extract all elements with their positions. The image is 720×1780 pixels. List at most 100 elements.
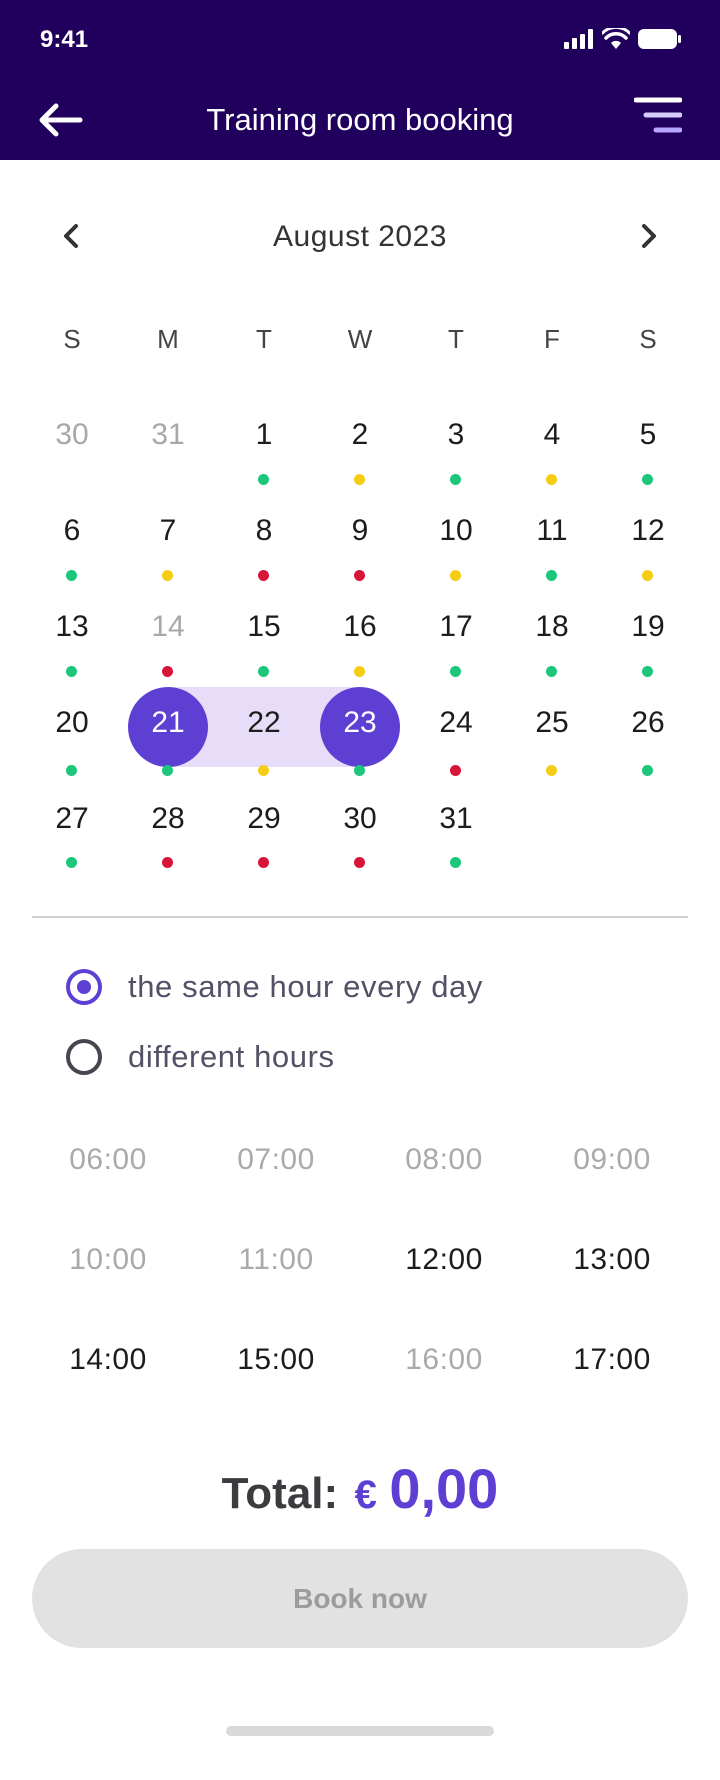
- availability-dot-red: [450, 765, 461, 776]
- app-bar: Training room booking: [0, 80, 720, 160]
- time-slot: 06:00: [69, 1143, 147, 1176]
- availability-dot-green: [66, 570, 77, 581]
- calendar-day[interactable]: 20: [24, 706, 120, 740]
- calendar-day[interactable]: 27: [24, 802, 120, 836]
- availability-dot-green: [642, 765, 653, 776]
- battery-icon: [638, 29, 681, 49]
- availability-dot-green: [66, 857, 77, 868]
- availability-dot-red: [162, 666, 173, 677]
- time-slot[interactable]: 12:00: [360, 1243, 528, 1277]
- book-now-button[interactable]: Book now: [32, 1549, 688, 1648]
- status-icons: [564, 28, 682, 50]
- time-slot: 11:00: [238, 1243, 314, 1276]
- weekday-label: S: [639, 324, 657, 354]
- time-slot[interactable]: 13:00: [528, 1243, 696, 1277]
- weekday-label: F: [544, 324, 560, 354]
- weekday-label: M: [157, 324, 179, 354]
- calendar-day[interactable]: 10: [408, 514, 504, 548]
- next-month-button[interactable]: [626, 214, 670, 258]
- calendar-day[interactable]: 21: [120, 706, 216, 740]
- time-slot[interactable]: 17:00: [528, 1343, 696, 1377]
- calendar-day[interactable]: 1: [216, 418, 312, 452]
- time-slot: 09:00: [573, 1143, 651, 1176]
- calendar-day: 30: [55, 418, 89, 451]
- calendar-day[interactable]: 5: [600, 418, 696, 452]
- availability-dot-yellow: [354, 474, 365, 485]
- availability-dot-red: [354, 570, 365, 581]
- availability-dot-red: [162, 857, 173, 868]
- weekday-label: T: [256, 324, 272, 354]
- time-slot: 16:00: [405, 1343, 483, 1376]
- calendar-day[interactable]: 29: [216, 802, 312, 836]
- availability-dot-green: [642, 474, 653, 485]
- calendar-day[interactable]: 11: [504, 514, 600, 548]
- availability-dot-green: [66, 666, 77, 677]
- calendar-day[interactable]: 31: [408, 802, 504, 836]
- calendar-day[interactable]: 4: [504, 418, 600, 452]
- month-label: August 2023: [273, 220, 447, 253]
- availability-dot-yellow: [546, 474, 557, 485]
- weekday-label: T: [448, 324, 464, 354]
- calendar-day[interactable]: 23: [312, 706, 408, 740]
- radio-same-hour-control[interactable]: [66, 969, 102, 1005]
- calendar-day[interactable]: 15: [216, 610, 312, 644]
- calendar-day[interactable]: 24: [408, 706, 504, 740]
- calendar-day[interactable]: 25: [504, 706, 600, 740]
- availability-dot-green: [450, 857, 461, 868]
- signal-icon: [564, 29, 593, 49]
- calendar-day[interactable]: 13: [24, 610, 120, 644]
- calendar-day: 14: [151, 610, 185, 643]
- time-slot: 07:00: [237, 1143, 315, 1176]
- radio-different-hours[interactable]: different hours: [66, 1033, 335, 1081]
- time-slot: 08:00: [405, 1143, 483, 1176]
- home-indicator: [226, 1726, 494, 1736]
- wifi-icon: [602, 28, 630, 49]
- calendar-day[interactable]: 28: [120, 802, 216, 836]
- filter-button[interactable]: [633, 96, 683, 140]
- radio-label: the same hour every day: [128, 969, 483, 1004]
- availability-dot-red: [258, 857, 269, 868]
- calendar-day[interactable]: 30: [312, 802, 408, 836]
- total-amount: 0,00: [389, 1457, 499, 1520]
- availability-dot-red: [258, 570, 269, 581]
- total-price: Total: € 0,00: [0, 1456, 720, 1521]
- calendar-day[interactable]: 16: [312, 610, 408, 644]
- time-slot[interactable]: 14:00: [24, 1343, 192, 1377]
- calendar-day[interactable]: 3: [408, 418, 504, 452]
- radio-label: different hours: [128, 1039, 335, 1074]
- availability-dot-green: [354, 765, 365, 776]
- availability-dot-red: [354, 857, 365, 868]
- weekday-label: S: [63, 324, 81, 354]
- availability-dot-green: [450, 474, 461, 485]
- calendar-day[interactable]: 22: [216, 706, 312, 740]
- radio-different-hours-control[interactable]: [66, 1039, 102, 1075]
- availability-dot-yellow: [450, 570, 461, 581]
- calendar-day[interactable]: 2: [312, 418, 408, 452]
- calendar-day[interactable]: 8: [216, 514, 312, 548]
- status-time: 9:41: [40, 26, 89, 53]
- availability-dot-green: [450, 666, 461, 677]
- availability-dot-green: [546, 570, 557, 581]
- calendar-day[interactable]: 12: [600, 514, 696, 548]
- calendar-day[interactable]: 17: [408, 610, 504, 644]
- calendar-day[interactable]: 26: [600, 706, 696, 740]
- radio-same-hour[interactable]: the same hour every day: [66, 963, 483, 1011]
- calendar-day[interactable]: 9: [312, 514, 408, 548]
- availability-dot-yellow: [354, 666, 365, 677]
- calendar-day[interactable]: 7: [120, 514, 216, 548]
- calendar-day[interactable]: 18: [504, 610, 600, 644]
- availability-dot-green: [642, 666, 653, 677]
- time-slot[interactable]: 15:00: [192, 1343, 360, 1377]
- total-label: Total:: [221, 1469, 339, 1518]
- availability-dot-green: [546, 666, 557, 677]
- month-navigator: August 2023: [0, 210, 720, 266]
- availability-dot-green: [258, 474, 269, 485]
- page-title: Training room booking: [206, 102, 514, 137]
- calendar-day[interactable]: 19: [600, 610, 696, 644]
- availability-dot-yellow: [546, 765, 557, 776]
- filter-icon: [633, 97, 683, 133]
- currency-symbol: €: [354, 1473, 377, 1517]
- availability-dot-yellow: [258, 765, 269, 776]
- calendar-day[interactable]: 6: [24, 514, 120, 548]
- availability-dot-yellow: [642, 570, 653, 581]
